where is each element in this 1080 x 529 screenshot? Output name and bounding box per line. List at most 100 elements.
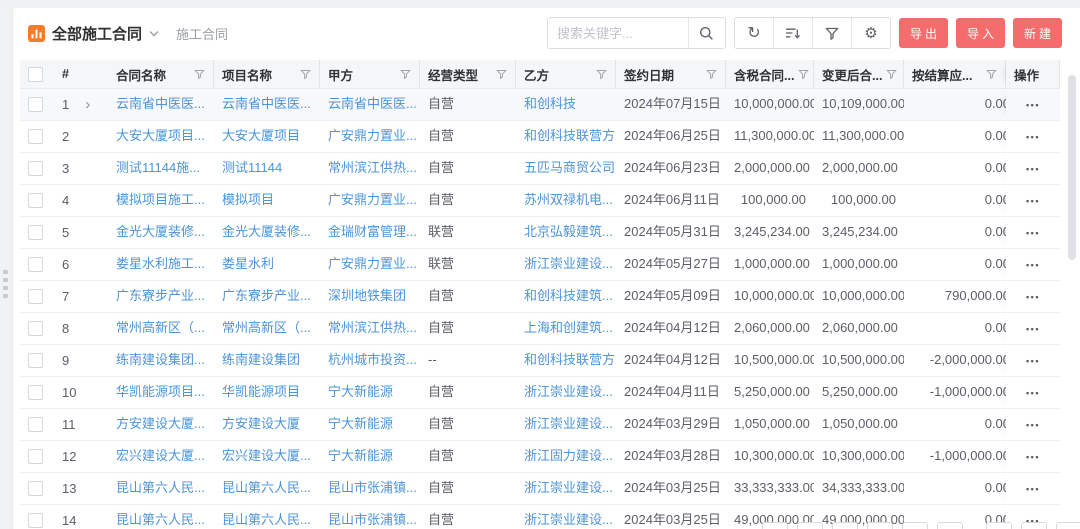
project-link[interactable]: 宏兴建设大厦... [222,448,311,463]
filter-icon[interactable] [812,18,851,48]
filter-funnel-icon[interactable] [300,69,311,80]
row-checkbox[interactable] [28,129,43,144]
contract-link[interactable]: 昆山第六人民... [116,480,205,495]
party_b-link[interactable]: 浙江固力建设... [524,448,613,463]
page-button[interactable] [1021,522,1047,529]
party_b-link[interactable]: 苏州双禄机电... [524,192,613,207]
row-checkbox[interactable] [28,193,43,208]
filter-funnel-icon[interactable] [986,69,997,80]
table-row[interactable]: 6娄星水利施工...娄星水利广安鼎力置业...联营浙江崇业建设...2024年0… [20,249,1060,281]
filter-funnel-icon[interactable] [194,69,205,80]
export-button[interactable]: 导出 [899,18,948,48]
project-link[interactable]: 娄星水利 [222,256,274,271]
project-link[interactable]: 测试11144 [222,160,282,175]
row-checkbox[interactable] [28,385,43,400]
row-more-actions-button[interactable]: ••• [1020,217,1046,248]
drawer-resize-handle[interactable] [3,270,9,298]
table-row[interactable]: 5金光大厦装修...金光大厦装修...金瑞财富管理...联营北京弘毅建筑...2… [20,217,1060,249]
filter-funnel-icon[interactable] [596,69,607,80]
contract-link[interactable]: 娄星水利施工... [116,256,205,271]
create-button[interactable]: 新建 [1013,18,1062,48]
row-more-actions-button[interactable]: ••• [1020,153,1046,184]
party_b-link[interactable]: 和创科技 [524,96,576,111]
party_b-link[interactable]: 和创科技联营方 [524,128,615,143]
contract-link[interactable]: 大安大厦项目... [116,128,205,143]
project-link[interactable]: 金光大厦装修... [222,224,311,239]
select-all-checkbox[interactable] [28,67,43,82]
contract-link[interactable]: 云南省中医医... [116,96,205,111]
contract-link[interactable]: 练南建设集团... [116,352,205,367]
table-row[interactable]: 3测试11144施...测试11144常州滨江供热...自营五匹马商贸公司202… [20,153,1060,185]
party_b-link[interactable]: 浙江崇业建设... [524,384,613,399]
table-row[interactable]: 4模拟项目施工...模拟项目广安鼎力置业...自营苏州双禄机电...2024年0… [20,185,1060,217]
party_b-link[interactable]: 浙江崇业建设... [524,416,613,431]
table-row[interactable]: 13昆山第六人民...昆山第六人民...昆山市张浦镇...自营浙江崇业建设...… [20,473,1060,505]
row-more-actions-button[interactable]: ••• [1020,121,1046,152]
party_a-link[interactable]: 宁大新能源 [328,384,393,399]
filter-funnel-icon[interactable] [496,69,507,80]
filter-funnel-icon[interactable] [798,69,809,80]
party_a-link[interactable]: 云南省中医医... [328,96,417,111]
page-button[interactable] [1056,522,1080,529]
table-row[interactable]: 10华凯能源项目...华凯能源项目宁大新能源自营浙江崇业建设...2024年04… [20,377,1060,409]
search-icon[interactable] [688,18,725,48]
row-checkbox[interactable] [28,321,43,336]
project-link[interactable]: 练南建设集团 [222,352,300,367]
row-checkbox[interactable] [28,257,43,272]
row-more-actions-button[interactable]: ••• [1020,89,1046,120]
row-checkbox[interactable] [28,353,43,368]
row-checkbox[interactable] [28,481,43,496]
contract-link[interactable]: 华凯能源项目... [116,384,205,399]
page-button[interactable] [797,522,823,529]
row-more-actions-button[interactable]: ••• [1020,377,1046,408]
project-link[interactable]: 常州高新区（... [222,320,311,335]
page-button[interactable] [832,522,858,529]
party_b-link[interactable]: 上海和创建筑... [524,320,613,335]
filter-funnel-icon[interactable] [706,69,717,80]
contract-link[interactable]: 测试11144施... [116,160,200,175]
gear-icon[interactable]: ⚙ [851,18,890,48]
row-checkbox[interactable] [28,97,43,112]
row-more-actions-button[interactable]: ••• [1020,185,1046,216]
project-link[interactable]: 方安建设大厦 [222,416,300,431]
party_a-link[interactable]: 常州滨江供热... [328,160,417,175]
vertical-scrollbar[interactable] [1068,75,1076,260]
table-row[interactable]: 2大安大厦项目...大安大厦项目广安鼎力置业...自营和创科技联营方2024年0… [20,121,1060,153]
sort-list-icon[interactable] [773,18,812,48]
contract-link[interactable]: 宏兴建设大厦... [116,448,205,463]
table-row[interactable]: 1›云南省中医医...云南省中医医...云南省中医医...自营和创科技2024年… [20,89,1060,121]
row-more-actions-button[interactable]: ••• [1020,441,1046,472]
page-button[interactable] [902,522,928,529]
search-input[interactable] [548,18,688,48]
row-checkbox[interactable] [28,161,43,176]
party_a-link[interactable]: 宁大新能源 [328,416,393,431]
expand-row-icon[interactable]: › [85,97,90,112]
party_b-link[interactable]: 和创科技联营方 [524,352,615,367]
party_a-link[interactable]: 广安鼎力置业... [328,192,417,207]
table-row[interactable]: 8常州高新区（...常州高新区（...常州滨江供热...自营上海和创建筑...2… [20,313,1060,345]
party_a-link[interactable]: 广安鼎力置业... [328,128,417,143]
row-checkbox[interactable] [28,289,43,304]
party_b-link[interactable]: 五匹马商贸公司 [524,160,615,175]
table-row[interactable]: 12宏兴建设大厦...宏兴建设大厦...宁大新能源自营浙江固力建设...2024… [20,441,1060,473]
contract-link[interactable]: 广东寮步产业... [116,288,205,303]
project-link[interactable]: 华凯能源项目 [222,384,300,399]
row-more-actions-button[interactable]: ••• [1020,313,1046,344]
row-more-actions-button[interactable]: ••• [1020,249,1046,280]
row-more-actions-button[interactable]: ••• [1020,409,1046,440]
contract-link[interactable]: 模拟项目施工... [116,192,205,207]
party_b-link[interactable]: 浙江崇业建设... [524,480,613,495]
party_a-link[interactable]: 深圳地铁集团 [328,288,406,303]
row-checkbox[interactable] [28,417,43,432]
party_a-link[interactable]: 常州滨江供热... [328,320,417,335]
row-more-actions-button[interactable]: ••• [1020,473,1046,504]
chevron-down-icon[interactable] [149,30,159,37]
party_a-link[interactable]: 宁大新能源 [328,448,393,463]
page-button[interactable] [867,522,893,529]
party_a-link[interactable]: 杭州城市投资... [328,352,417,367]
party_a-link[interactable]: 广安鼎力置业... [328,256,417,271]
import-button[interactable]: 导入 [956,18,1005,48]
row-more-actions-button[interactable]: ••• [1020,345,1046,376]
table-row[interactable]: 9练南建设集团...练南建设集团杭州城市投资...--和创科技联营方2024年0… [20,345,1060,377]
row-more-actions-button[interactable]: ••• [1020,281,1046,312]
